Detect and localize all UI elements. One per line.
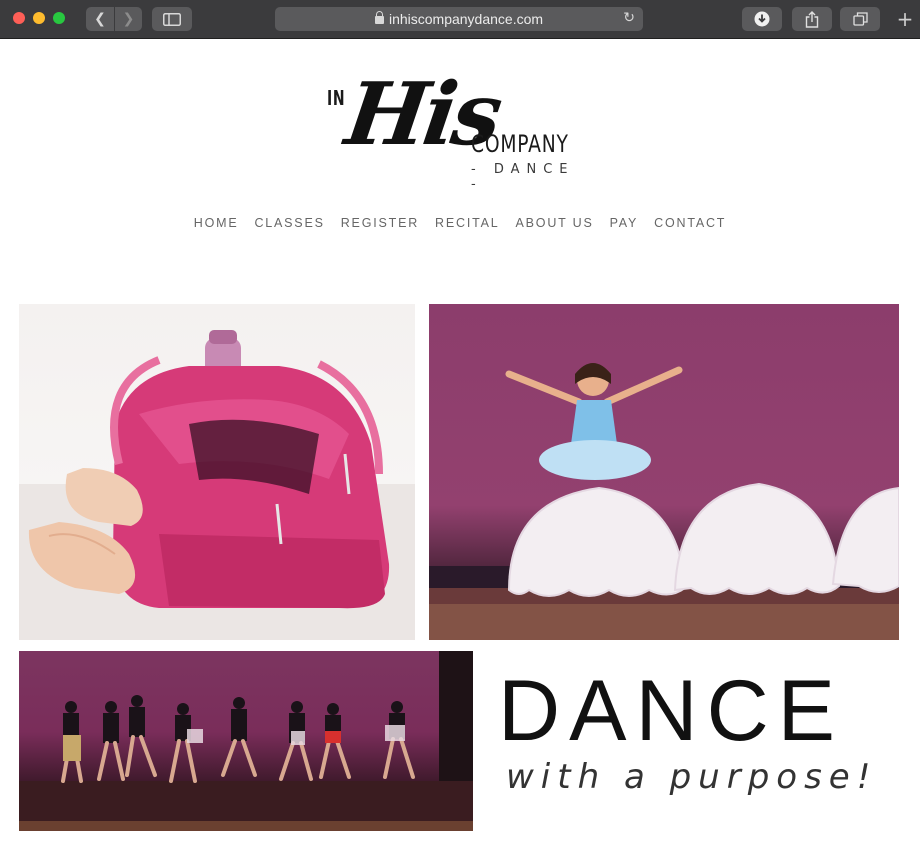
nav-register[interactable]: REGISTER <box>333 216 427 230</box>
group-dancers-illustration <box>19 651 473 831</box>
nav-home[interactable]: HOME <box>186 216 247 230</box>
downloads-button[interactable] <box>742 7 782 31</box>
forward-button[interactable]: ❯ <box>115 7 142 31</box>
nav-classes[interactable]: CLASSES <box>246 216 332 230</box>
download-icon <box>754 11 770 27</box>
site-logo[interactable]: IN His COMPANY - DANCE - <box>325 64 595 192</box>
tabs-icon <box>852 12 868 26</box>
address-bar[interactable]: inhiscompanydance.com ↻ <box>275 7 643 31</box>
share-button[interactable] <box>792 7 832 31</box>
reload-icon[interactable]: ↻ <box>623 10 635 26</box>
logo-company-text: COMPANY <box>471 130 569 158</box>
chevron-right-icon: ❯ <box>122 11 135 27</box>
chevron-left-icon: ❮ <box>94 11 106 27</box>
logo-dance-text: - DANCE - <box>471 162 575 192</box>
dance-bag-photo <box>19 304 415 640</box>
hero-tagline: with a purpose! <box>506 757 878 797</box>
show-tabs-button[interactable] <box>840 7 880 31</box>
new-tab-button[interactable]: + <box>893 8 917 32</box>
address-url: inhiscompanydance.com <box>388 11 544 27</box>
plus-icon: + <box>896 7 914 31</box>
sidebar-icon <box>163 12 181 26</box>
share-icon <box>805 10 819 28</box>
dance-bag-illustration <box>19 330 415 640</box>
minimize-window-button[interactable] <box>33 12 45 24</box>
close-window-button[interactable] <box>13 12 25 24</box>
browser-toolbar: ❮ ❯ inhiscompanydance.com ↻ + <box>0 0 920 39</box>
nav-contact[interactable]: CONTACT <box>646 216 734 230</box>
hero-headline: DANCE <box>498 663 845 759</box>
fullscreen-window-button[interactable] <box>53 12 65 24</box>
nav-about-us[interactable]: ABOUT US <box>508 216 602 230</box>
web-page: IN His COMPANY - DANCE - HOME CLASSES RE… <box>0 40 920 856</box>
logo-in-text: IN <box>327 86 346 110</box>
nav-recital[interactable]: RECITAL <box>427 216 507 230</box>
recital-child-illustration <box>429 363 899 640</box>
lock-icon <box>374 11 384 24</box>
recital-child-photo <box>429 304 899 640</box>
main-nav: HOME CLASSES REGISTER RECITAL ABOUT US P… <box>0 216 920 230</box>
back-button[interactable]: ❮ <box>86 7 114 31</box>
sidebar-toggle-button[interactable] <box>152 7 192 31</box>
group-dancers-photo <box>19 651 473 831</box>
nav-pay[interactable]: PAY <box>602 216 647 230</box>
